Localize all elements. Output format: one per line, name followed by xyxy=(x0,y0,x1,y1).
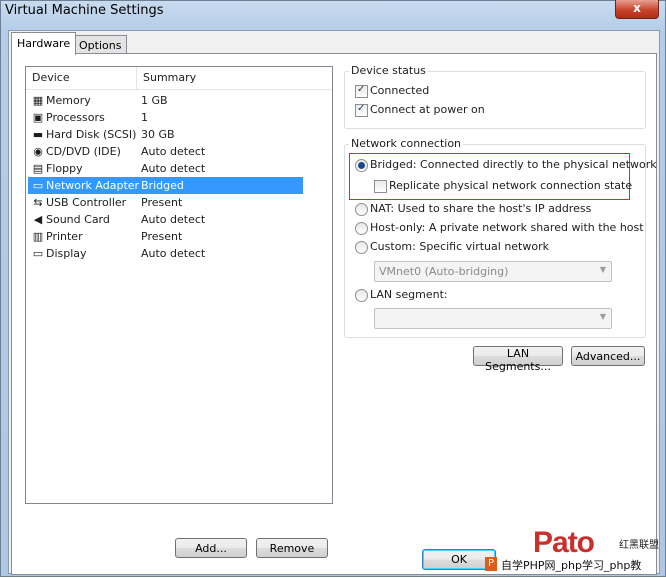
device-summary: 30 GB xyxy=(141,128,175,141)
custom-network-value: VMnet0 (Auto-bridging) xyxy=(379,265,509,278)
device-summary: 1 GB xyxy=(141,94,168,107)
device-name: Network Adapter xyxy=(46,179,140,192)
cd-dvd-icon: ◉ xyxy=(33,145,43,158)
watermark-logo: Pato xyxy=(533,526,595,559)
window-title: Virtual Machine Settings xyxy=(5,3,164,18)
column-device[interactable]: Device xyxy=(32,71,70,84)
device-name: Memory xyxy=(46,94,91,107)
connect-at-power-on-checkbox[interactable]: ✓ xyxy=(355,103,368,117)
hardware-panel: Device Summary ▦ Memory 1 GB ▣ Processors 1 ▬ H… xyxy=(11,53,657,575)
client-area: Hardware Options Device Summary ▦ Memory 1… xyxy=(8,30,660,575)
floppy-icon: ▤ xyxy=(32,162,44,175)
device-row[interactable]: ▥ Printer Present xyxy=(28,228,303,245)
device-name: Floppy xyxy=(46,162,83,175)
device-summary: Auto detect xyxy=(141,145,206,158)
radio-selected-dot xyxy=(358,162,365,169)
device-summary: Present xyxy=(141,196,183,209)
device-list[interactable]: Device Summary ▦ Memory 1 GB ▣ Processors 1 ▬ H… xyxy=(25,66,333,504)
device-row[interactable]: ◀ Sound Card Auto detect xyxy=(28,211,303,228)
usb-icon: ⇆ xyxy=(33,196,43,209)
device-status-label: Device status xyxy=(349,64,428,77)
title-bar[interactable]: Virtual Machine Settings x xyxy=(1,0,665,27)
lan-segments-button[interactable]: LAN Segments... xyxy=(473,346,563,373)
nat-radio[interactable] xyxy=(355,203,368,216)
custom-radio[interactable] xyxy=(355,241,368,254)
checkmark-icon: ✓ xyxy=(357,103,366,114)
close-icon: x xyxy=(633,1,641,15)
checkmark-icon: ✓ xyxy=(357,84,366,95)
connected-checkbox[interactable]: ✓ xyxy=(355,84,368,98)
device-name: CD/DVD (IDE) xyxy=(46,145,121,158)
device-row[interactable]: ▬ Hard Disk (SCSI) 30 GB xyxy=(28,126,303,143)
settings-window: Virtual Machine Settings x Hardware Opti… xyxy=(0,0,666,577)
replicate-state-checkbox[interactable] xyxy=(374,180,387,193)
column-summary[interactable]: Summary xyxy=(143,71,196,84)
remove-device-button[interactable]: Remove xyxy=(256,538,328,558)
device-row[interactable]: ▭ Display Auto detect xyxy=(28,245,303,262)
hard-disk-icon: ▬ xyxy=(32,128,44,141)
add-device-button[interactable]: Add... xyxy=(175,538,247,558)
custom-label[interactable]: Custom: Specific virtual network xyxy=(370,240,549,253)
tab-options[interactable]: Options xyxy=(73,35,128,55)
device-summary: Present xyxy=(141,230,183,243)
device-summary: Auto detect xyxy=(141,162,206,175)
network-connection-label: Network connection xyxy=(349,137,464,150)
display-icon: ▭ xyxy=(32,247,44,260)
device-row[interactable]: ◉ CD/DVD (IDE) Auto detect xyxy=(28,143,303,160)
device-summary: 1 xyxy=(141,111,148,124)
watermark-p-icon: P xyxy=(485,557,497,571)
device-summary: Bridged xyxy=(141,179,184,192)
device-summary: Auto detect xyxy=(141,213,206,226)
device-row[interactable]: ▭ Network Adapter Bridged xyxy=(28,177,303,194)
device-name: Display xyxy=(46,247,87,260)
device-name: Sound Card xyxy=(46,213,110,226)
advanced-button[interactable]: Advanced... xyxy=(571,346,645,366)
device-name: Processors xyxy=(46,111,105,124)
connected-label[interactable]: Connected xyxy=(370,84,429,97)
connect-at-power-on-label[interactable]: Connect at power on xyxy=(370,103,485,116)
host-only-label[interactable]: Host-only: A private network shared with… xyxy=(370,221,644,234)
site-watermark: Pato 红黑联盟 P 自学PHP网_php学习_php教 xyxy=(481,526,666,578)
lan-segment-radio[interactable] xyxy=(355,289,368,302)
device-row[interactable]: ▣ Processors 1 xyxy=(28,109,303,126)
replicate-state-label[interactable]: Replicate physical network connection st… xyxy=(389,179,632,192)
chevron-down-icon: ▼ xyxy=(599,312,606,321)
watermark-bottom-text: 自学PHP网_php学习_php教 xyxy=(499,557,644,573)
bridged-label[interactable]: Bridged: Connected directly to the physi… xyxy=(370,158,657,171)
device-name: USB Controller xyxy=(46,196,127,209)
printer-icon: ▥ xyxy=(32,230,44,243)
network-adapter-icon: ▭ xyxy=(32,179,44,192)
device-list-header: Device Summary xyxy=(26,67,332,90)
close-button[interactable]: x xyxy=(615,0,659,19)
lan-segment-label[interactable]: LAN segment: xyxy=(370,288,448,301)
tab-hardware[interactable]: Hardware xyxy=(11,32,77,55)
device-name: Hard Disk (SCSI) xyxy=(46,128,137,141)
bridged-radio[interactable] xyxy=(355,159,368,172)
memory-icon: ▦ xyxy=(32,94,44,107)
chevron-down-icon: ▼ xyxy=(599,265,606,274)
column-divider xyxy=(136,67,137,89)
device-row[interactable]: ▤ Floppy Auto detect xyxy=(28,160,303,177)
device-row[interactable]: ⇆ USB Controller Present xyxy=(28,194,303,211)
network-connection-group: Network connection Bridged: Connected di… xyxy=(344,137,657,338)
device-row[interactable]: ▦ Memory 1 GB xyxy=(28,92,303,109)
device-status-group: Device status ✓ Connected ✓ Connect at p… xyxy=(344,64,646,129)
host-only-radio[interactable] xyxy=(355,222,368,235)
custom-network-select[interactable]: VMnet0 (Auto-bridging) ▼ xyxy=(374,261,612,282)
speaker-icon: ◀ xyxy=(33,213,43,226)
lan-segment-select[interactable]: ▼ xyxy=(374,308,612,329)
device-summary: Auto detect xyxy=(141,247,206,260)
device-name: Printer xyxy=(46,230,83,243)
watermark-top-text: 红黑联盟 xyxy=(619,540,659,551)
processor-icon: ▣ xyxy=(32,111,44,124)
nat-label[interactable]: NAT: Used to share the host's IP address xyxy=(370,202,591,215)
